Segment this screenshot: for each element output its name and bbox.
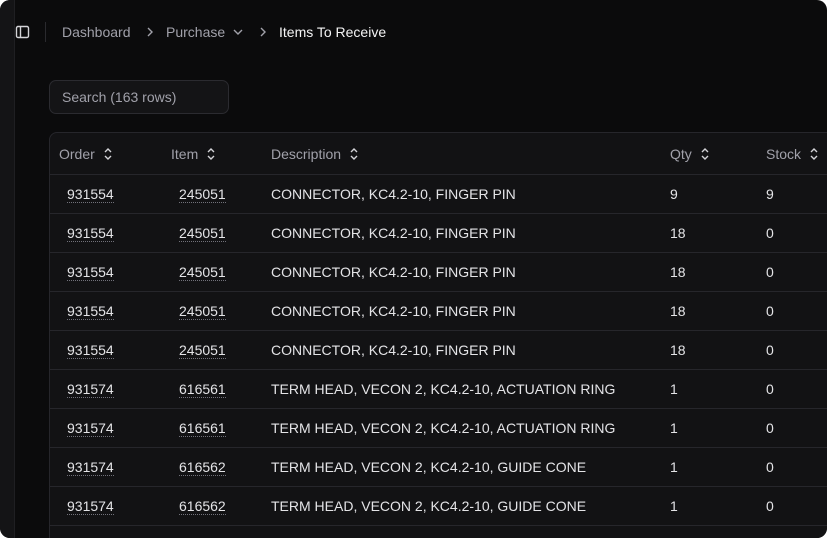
- sidebar-toggle-icon[interactable]: [14, 24, 32, 40]
- table-row[interactable]: 931574 616561 TERM HEAD, VECON 2, KC4.2-…: [50, 408, 827, 448]
- description-cell: TERM HEAD, VECON 2, KC4.2-10, GUIDE CONE: [271, 459, 587, 475]
- column-header-label: Item: [171, 146, 199, 162]
- description-cell: CONNECTOR, KC4.2-10, FINGER PIN: [271, 342, 516, 358]
- description-cell: CONNECTOR, KC4.2-10, FINGER PIN: [271, 264, 516, 280]
- column-header-label: Qty: [670, 146, 692, 162]
- table-row[interactable]: 931554 245051 CONNECTOR, KC4.2-10, FINGE…: [50, 174, 827, 214]
- search-input[interactable]: [50, 81, 228, 113]
- stock-cell: 0: [766, 225, 774, 241]
- column-header-description[interactable]: Description: [271, 146, 359, 162]
- description-cell: TERM HEAD, VECON 2, KC4.2-10, GUIDE CONE: [271, 498, 587, 514]
- description-cell: TERM HEAD, VECON 2, KC4.2-10, ACTUATION …: [271, 420, 616, 436]
- table-row[interactable]: 931554 245051 CONNECTOR, KC4.2-10, FINGE…: [50, 330, 827, 370]
- description-cell: CONNECTOR, KC4.2-10, FINGER PIN: [271, 225, 516, 241]
- order-link[interactable]: 931574: [67, 420, 114, 437]
- topbar-divider: [45, 22, 46, 42]
- item-link[interactable]: 616561: [179, 420, 226, 437]
- qty-cell: 1: [670, 381, 678, 397]
- column-header-label: Order: [59, 146, 95, 162]
- stock-cell: 0: [766, 498, 774, 514]
- item-link[interactable]: 245051: [179, 186, 226, 203]
- description-cell: CONNECTOR, KC4.2-10, FINGER PIN: [271, 186, 516, 202]
- breadcrumb-dashboard[interactable]: Dashboard: [62, 24, 131, 40]
- column-header-stock[interactable]: Stock: [766, 146, 819, 162]
- sort-arrows-icon: [810, 148, 818, 161]
- stock-cell: 9: [766, 186, 774, 202]
- breadcrumb-current-page: Items To Receive: [279, 24, 387, 40]
- order-link[interactable]: 931554: [67, 186, 114, 203]
- breadcrumb-purchase[interactable]: Purchase: [166, 24, 225, 40]
- stock-cell: 0: [766, 420, 774, 436]
- column-header-order[interactable]: Order: [59, 146, 113, 162]
- table-header: Order Item Description Qty Stock: [50, 133, 827, 175]
- order-link[interactable]: 931554: [67, 225, 114, 242]
- item-link[interactable]: 616562: [179, 498, 226, 515]
- top-bar: Dashboard Purchase Items To Receive: [0, 0, 827, 64]
- qty-cell: 1: [670, 420, 678, 436]
- description-cell: TERM HEAD, VECON 2, KC4.2-10, ACTUATION …: [271, 381, 616, 397]
- table-row[interactable]: 931574 616562 TERM HEAD, VECON 2, KC4.2-…: [50, 447, 827, 487]
- stock-cell: 0: [766, 342, 774, 358]
- table-row[interactable]: 931574 616561 TERM HEAD, VECON 2, KC4.2-…: [50, 369, 827, 409]
- item-link[interactable]: 245051: [179, 342, 226, 359]
- qty-cell: 18: [670, 342, 686, 358]
- order-link[interactable]: 931574: [67, 459, 114, 476]
- order-link[interactable]: 931574: [67, 498, 114, 515]
- stock-cell: 0: [766, 264, 774, 280]
- item-link[interactable]: 245051: [179, 303, 226, 320]
- order-link[interactable]: 931554: [67, 264, 114, 281]
- search-box: [49, 80, 229, 114]
- item-link[interactable]: 245051: [179, 264, 226, 281]
- qty-cell: 18: [670, 225, 686, 241]
- sort-arrows-icon: [350, 148, 358, 161]
- item-link[interactable]: 245051: [179, 225, 226, 242]
- qty-cell: 18: [670, 303, 686, 319]
- column-header-label: Description: [271, 146, 342, 162]
- order-link[interactable]: 931554: [67, 342, 114, 359]
- app-window: Dashboard Purchase Items To Receive Orde…: [0, 0, 827, 538]
- table-row[interactable]: 931554 245051 CONNECTOR, KC4.2-10, FINGE…: [50, 213, 827, 253]
- column-header-label: Stock: [766, 146, 802, 162]
- qty-cell: 9: [670, 186, 678, 202]
- chevron-down-icon[interactable]: [232, 26, 244, 38]
- stock-cell: 0: [766, 381, 774, 397]
- column-header-qty[interactable]: Qty: [670, 146, 710, 162]
- order-link[interactable]: 931554: [67, 303, 114, 320]
- stock-cell: 0: [766, 459, 774, 475]
- stock-cell: 0: [766, 303, 774, 319]
- qty-cell: 1: [670, 459, 678, 475]
- sort-arrows-icon: [207, 148, 215, 161]
- sort-arrows-icon: [104, 148, 112, 161]
- qty-cell: 18: [670, 264, 686, 280]
- sidebar-collapsed: [0, 0, 15, 538]
- chevron-right-icon: [147, 27, 153, 37]
- order-link[interactable]: 931574: [67, 381, 114, 398]
- sort-arrows-icon: [701, 148, 709, 161]
- column-header-item[interactable]: Item: [171, 146, 216, 162]
- item-link[interactable]: 616561: [179, 381, 226, 398]
- qty-cell: 1: [670, 498, 678, 514]
- chevron-right-icon: [260, 27, 266, 37]
- table-row[interactable]: 931554 245051 CONNECTOR, KC4.2-10, FINGE…: [50, 291, 827, 331]
- data-table: Order Item Description Qty Stock 931554 …: [49, 132, 827, 538]
- description-cell: CONNECTOR, KC4.2-10, FINGER PIN: [271, 303, 516, 319]
- table-row[interactable]: 931554 245051 CONNECTOR, KC4.2-10, FINGE…: [50, 252, 827, 292]
- item-link[interactable]: 616562: [179, 459, 226, 476]
- table-row[interactable]: 931574 616562 TERM HEAD, VECON 2, KC4.2-…: [50, 486, 827, 526]
